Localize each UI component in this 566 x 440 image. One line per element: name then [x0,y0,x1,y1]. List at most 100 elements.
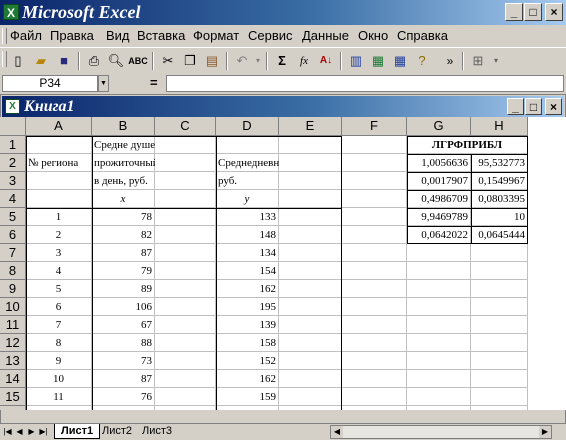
cell-d11[interactable]: 139 [216,316,279,334]
cell-a16[interactable]: 12 [26,406,92,410]
cell-c5[interactable] [155,208,216,226]
cell-e15[interactable] [279,388,342,406]
cell-e9[interactable] [279,280,342,298]
cell-c15[interactable] [155,388,216,406]
cell-g12[interactable] [407,334,471,352]
cell-a5[interactable]: 1 [26,208,92,226]
cell-e12[interactable] [279,334,342,352]
cell-f9[interactable] [342,280,407,298]
minimize-icon[interactable]: _ [505,3,523,21]
cell-b10[interactable]: 106 [92,298,155,316]
workbook-close-icon[interactable]: × [545,98,562,115]
cell-g9[interactable] [407,280,471,298]
tab-sheet3[interactable]: Лист3 [136,424,178,439]
cell-f1[interactable] [342,136,407,154]
cell-c3[interactable] [155,172,216,190]
cell-f12[interactable] [342,334,407,352]
cell-c10[interactable] [155,298,216,316]
save-icon[interactable]: ■ [54,51,74,71]
cell-d15[interactable]: 159 [216,388,279,406]
cell-f7[interactable] [342,244,407,262]
cell-b5[interactable]: 78 [92,208,155,226]
cell-f5[interactable] [342,208,407,226]
table-icon[interactable]: ▦ [390,51,410,71]
cell-b3[interactable]: в день, руб. [92,172,155,190]
row-header-1[interactable]: 1 [0,136,26,154]
sort-icon[interactable]: A↓ [316,51,336,71]
excel-app-icon[interactable]: X [3,4,19,20]
row-header-10[interactable]: 10 [0,298,26,316]
menu-format[interactable]: Формат [193,28,239,44]
cell-e2[interactable] [279,154,342,172]
cell-c7[interactable] [155,244,216,262]
print-icon[interactable]: ⎙ [84,51,104,71]
row-header-5[interactable]: 5 [0,208,26,226]
row-header-9[interactable]: 9 [0,280,26,298]
menu-insert[interactable]: Вставка [137,28,185,44]
menu-grip[interactable] [2,28,7,44]
spreadsheet-grid[interactable]: A B C D E F G H 1 Средне душевой ЛГРФПРИБЛ 2 № регио… [0,117,566,410]
cell-b14[interactable]: 87 [92,370,155,388]
cell-d6[interactable]: 148 [216,226,279,244]
cell-a12[interactable]: 8 [26,334,92,352]
menu-help[interactable]: Справка [397,28,448,44]
row-header-3[interactable]: 3 [0,172,26,190]
select-all-corner[interactable] [0,117,26,136]
menu-data[interactable]: Данные [302,28,349,44]
cell-g10[interactable] [407,298,471,316]
cell-a13[interactable]: 9 [26,352,92,370]
cell-d16[interactable]: 173 [216,406,279,410]
cell-d7[interactable]: 134 [216,244,279,262]
cell-f3[interactable] [342,172,407,190]
cell-b6[interactable]: 82 [92,226,155,244]
cell-b2[interactable]: прожиточный минимум [92,154,205,172]
cell-h4[interactable]: 0,0803395 [471,190,528,208]
cell-d8[interactable]: 154 [216,262,279,280]
menu-file[interactable]: Файл [10,28,42,44]
cell-a4[interactable] [26,190,92,208]
cell-a15[interactable]: 11 [26,388,92,406]
cell-a6[interactable]: 2 [26,226,92,244]
tab-sheet2[interactable]: Лист2 [96,424,138,439]
cell-b15[interactable]: 76 [92,388,155,406]
cell-c11[interactable] [155,316,216,334]
prev-sheet-icon[interactable]: ◀ [14,425,25,438]
cell-c1[interactable] [155,136,216,154]
cell-f16[interactable] [342,406,407,410]
undo-dropdown-icon[interactable]: ▾ [248,51,268,71]
row-header-12[interactable]: 12 [0,334,26,352]
cell-a8[interactable]: 4 [26,262,92,280]
cell-h16[interactable] [471,406,528,410]
row-header-6[interactable]: 6 [0,226,26,244]
cell-c16[interactable] [155,406,216,410]
cell-f2[interactable] [342,154,407,172]
cell-b16[interactable]: 115 [92,406,155,410]
cell-b1[interactable]: Средне душевой [92,136,172,154]
row-header-14[interactable]: 14 [0,370,26,388]
workbook-icon[interactable]: X [5,99,20,114]
cell-h15[interactable] [471,388,528,406]
cell-d9[interactable]: 162 [216,280,279,298]
scroll-right-icon[interactable]: ▶ [539,426,551,438]
cell-c8[interactable] [155,262,216,280]
tab-sheet1[interactable]: Лист1 [54,424,101,439]
cell-b11[interactable]: 67 [92,316,155,334]
cell-g4[interactable]: 0,4986709 [407,190,471,208]
formula-input[interactable] [166,75,564,92]
cell-c2[interactable] [155,154,216,172]
column-header-f[interactable]: F [342,117,407,136]
cell-e13[interactable] [279,352,342,370]
row-header-15[interactable]: 15 [0,388,26,406]
more-icon[interactable]: » [440,51,460,71]
borders-dropdown-icon[interactable]: ▾ [486,51,506,71]
cell-c13[interactable] [155,352,216,370]
cell-d2[interactable]: Среднедневная зарплата, [216,154,335,172]
cell-h7[interactable] [471,244,528,262]
row-header-16[interactable]: 16 [0,406,26,410]
row-header-4[interactable]: 4 [0,190,26,208]
cell-d4[interactable]: y [216,190,279,208]
cell-f11[interactable] [342,316,407,334]
cell-g14[interactable] [407,370,471,388]
cell-e6[interactable] [279,226,342,244]
first-sheet-icon[interactable]: |◀ [2,425,13,438]
